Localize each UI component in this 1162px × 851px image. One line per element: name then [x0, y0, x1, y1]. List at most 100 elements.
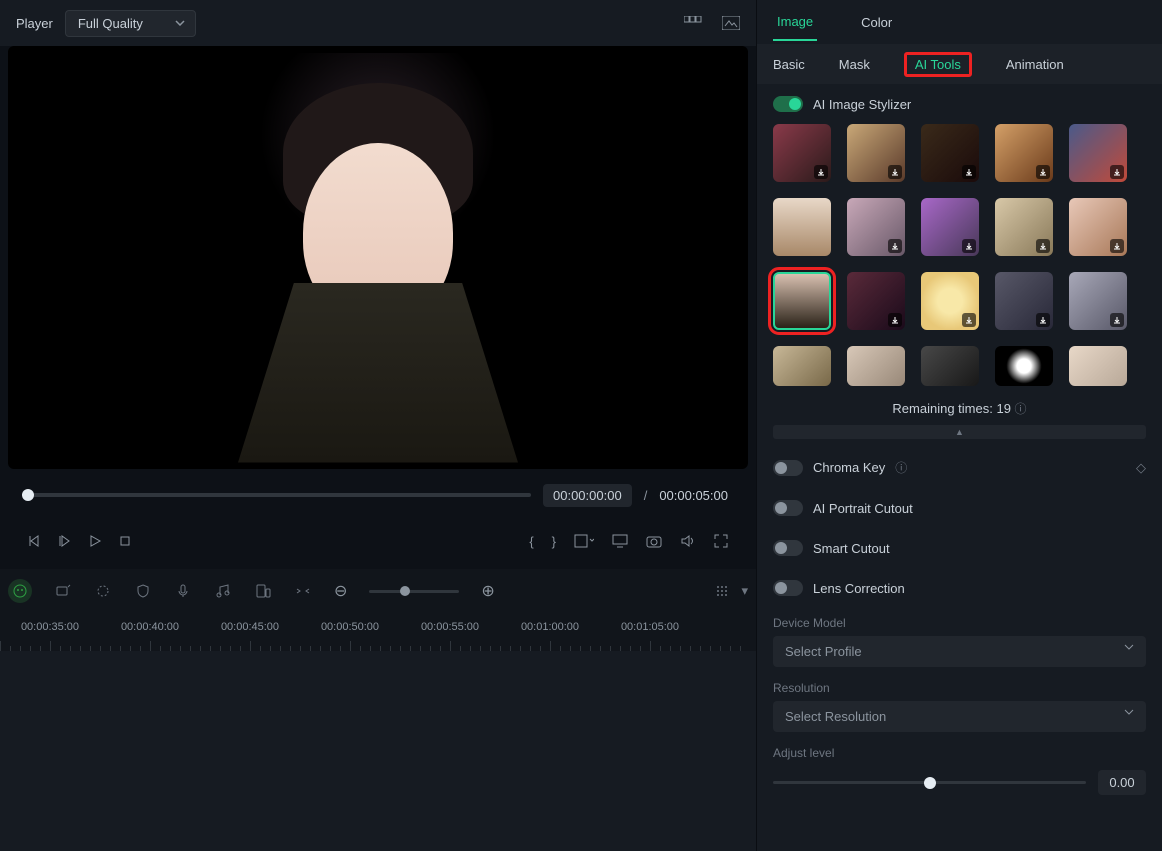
- download-icon: [1036, 165, 1050, 179]
- lens-correction-label: Lens Correction: [813, 581, 905, 596]
- stop-button[interactable]: [118, 534, 132, 548]
- style-thumb[interactable]: [847, 272, 905, 330]
- prev-frame-button[interactable]: [28, 534, 42, 548]
- grid-dropdown-icon[interactable]: ▾: [741, 583, 748, 599]
- style-thumb[interactable]: [1069, 124, 1127, 182]
- help-icon[interactable]: ⓘ: [1015, 402, 1027, 416]
- adjust-level-slider[interactable]: [773, 781, 1086, 784]
- fit-icon[interactable]: [294, 582, 312, 600]
- style-thumb[interactable]: [921, 272, 979, 330]
- remaining-times: Remaining times: 19 ⓘ: [757, 386, 1162, 425]
- style-thumb[interactable]: [921, 346, 979, 386]
- device-icon[interactable]: [254, 582, 272, 600]
- chroma-key-toggle[interactable]: [773, 460, 803, 476]
- download-icon: [1110, 313, 1124, 327]
- crop-dropdown[interactable]: [574, 534, 594, 548]
- subtab-mask[interactable]: Mask: [839, 57, 870, 72]
- timeline-ruler[interactable]: 00:00:35:0000:00:40:0000:00:45:0000:00:5…: [0, 621, 756, 651]
- seek-handle[interactable]: [22, 489, 34, 501]
- play-button[interactable]: [88, 534, 102, 548]
- subtab-basic[interactable]: Basic: [773, 57, 805, 72]
- style-thumb-selected[interactable]: [773, 272, 831, 330]
- diamond-icon[interactable]: ◇: [1136, 460, 1146, 476]
- style-grid-row3: [757, 272, 1162, 330]
- ai-tool-icon[interactable]: [8, 579, 32, 603]
- step-back-button[interactable]: [58, 534, 72, 548]
- slider-handle[interactable]: [924, 777, 936, 789]
- camera-icon[interactable]: [646, 534, 662, 548]
- zoom-slider[interactable]: [369, 590, 459, 593]
- adjust-level-value[interactable]: 0.00: [1098, 770, 1146, 795]
- circle-tool-icon[interactable]: [94, 582, 112, 600]
- timeline-body[interactable]: [0, 651, 756, 851]
- tab-color[interactable]: Color: [857, 5, 896, 40]
- lens-correction-row: Lens Correction: [757, 568, 1162, 608]
- style-thumb[interactable]: [995, 272, 1053, 330]
- style-thumb[interactable]: [847, 346, 905, 386]
- collapse-bar[interactable]: ▲: [773, 425, 1146, 439]
- download-icon: [962, 239, 976, 253]
- timeline: 00:00:35:0000:00:40:0000:00:45:0000:00:5…: [0, 613, 756, 851]
- style-thumb[interactable]: [995, 124, 1053, 182]
- sub-tabs: Basic Mask AI Tools Animation: [757, 44, 1162, 84]
- fullscreen-icon[interactable]: [714, 534, 728, 548]
- timeline-toolbar: ⊖ ⊕ ▾: [0, 569, 756, 613]
- style-thumb[interactable]: [921, 124, 979, 182]
- mark-in-icon[interactable]: {: [529, 534, 533, 549]
- download-icon: [1036, 313, 1050, 327]
- style-thumb[interactable]: [773, 124, 831, 182]
- style-thumb[interactable]: [773, 346, 831, 386]
- portrait-cutout-toggle[interactable]: [773, 500, 803, 516]
- music-icon[interactable]: [214, 582, 232, 600]
- lens-correction-toggle[interactable]: [773, 580, 803, 596]
- quality-dropdown[interactable]: Full Quality: [65, 10, 196, 37]
- subtab-aitools[interactable]: AI Tools: [904, 52, 972, 77]
- zoom-handle[interactable]: [400, 586, 410, 596]
- download-icon: [1110, 239, 1124, 253]
- tab-image[interactable]: Image: [773, 4, 817, 41]
- style-thumb[interactable]: [995, 198, 1053, 256]
- zoom-out-button[interactable]: ⊖: [334, 581, 347, 601]
- portrait-cutout-row: AI Portrait Cutout: [757, 488, 1162, 528]
- grid-icon[interactable]: [715, 584, 729, 598]
- style-thumb[interactable]: [847, 198, 905, 256]
- style-thumb[interactable]: [1069, 272, 1127, 330]
- chroma-key-label: Chroma Key: [813, 460, 885, 475]
- time-current[interactable]: 00:00:00:00: [543, 484, 632, 507]
- ai-stylizer-label: AI Image Stylizer: [813, 97, 911, 112]
- download-icon: [1110, 165, 1124, 179]
- device-model-label: Device Model: [773, 616, 1146, 630]
- device-model-select[interactable]: Select Profile: [773, 636, 1146, 667]
- record-icon[interactable]: [54, 582, 72, 600]
- ai-stylizer-row: AI Image Stylizer: [757, 84, 1162, 124]
- display-icon[interactable]: [612, 534, 628, 548]
- style-thumb[interactable]: [1069, 198, 1127, 256]
- style-grid-row1: [757, 124, 1162, 182]
- resolution-label: Resolution: [773, 681, 1146, 695]
- snapshot-icon[interactable]: [722, 16, 740, 30]
- download-icon: [1036, 239, 1050, 253]
- chevron-down-icon: [175, 20, 185, 26]
- playback-controls: { }: [8, 521, 748, 561]
- style-thumb[interactable]: [773, 198, 831, 256]
- ai-stylizer-toggle[interactable]: [773, 96, 803, 112]
- style-thumb[interactable]: [921, 198, 979, 256]
- style-thumb[interactable]: [995, 346, 1053, 386]
- quality-value: Full Quality: [78, 16, 143, 31]
- mic-icon[interactable]: [174, 582, 192, 600]
- download-icon: [962, 165, 976, 179]
- volume-icon[interactable]: [680, 534, 696, 548]
- layout-icon[interactable]: [684, 16, 702, 30]
- shield-icon[interactable]: [134, 582, 152, 600]
- seek-row: 00:00:00:00 / 00:00:05:00: [8, 477, 748, 513]
- mark-out-icon[interactable]: }: [552, 534, 556, 549]
- style-thumb[interactable]: [1069, 346, 1127, 386]
- zoom-in-button[interactable]: ⊕: [481, 581, 494, 601]
- seek-bar[interactable]: [28, 493, 531, 497]
- help-icon[interactable]: ⓘ: [895, 459, 907, 476]
- chevron-down-icon: [1124, 644, 1134, 650]
- resolution-select[interactable]: Select Resolution: [773, 701, 1146, 732]
- smart-cutout-toggle[interactable]: [773, 540, 803, 556]
- subtab-animation[interactable]: Animation: [1006, 57, 1064, 72]
- style-thumb[interactable]: [847, 124, 905, 182]
